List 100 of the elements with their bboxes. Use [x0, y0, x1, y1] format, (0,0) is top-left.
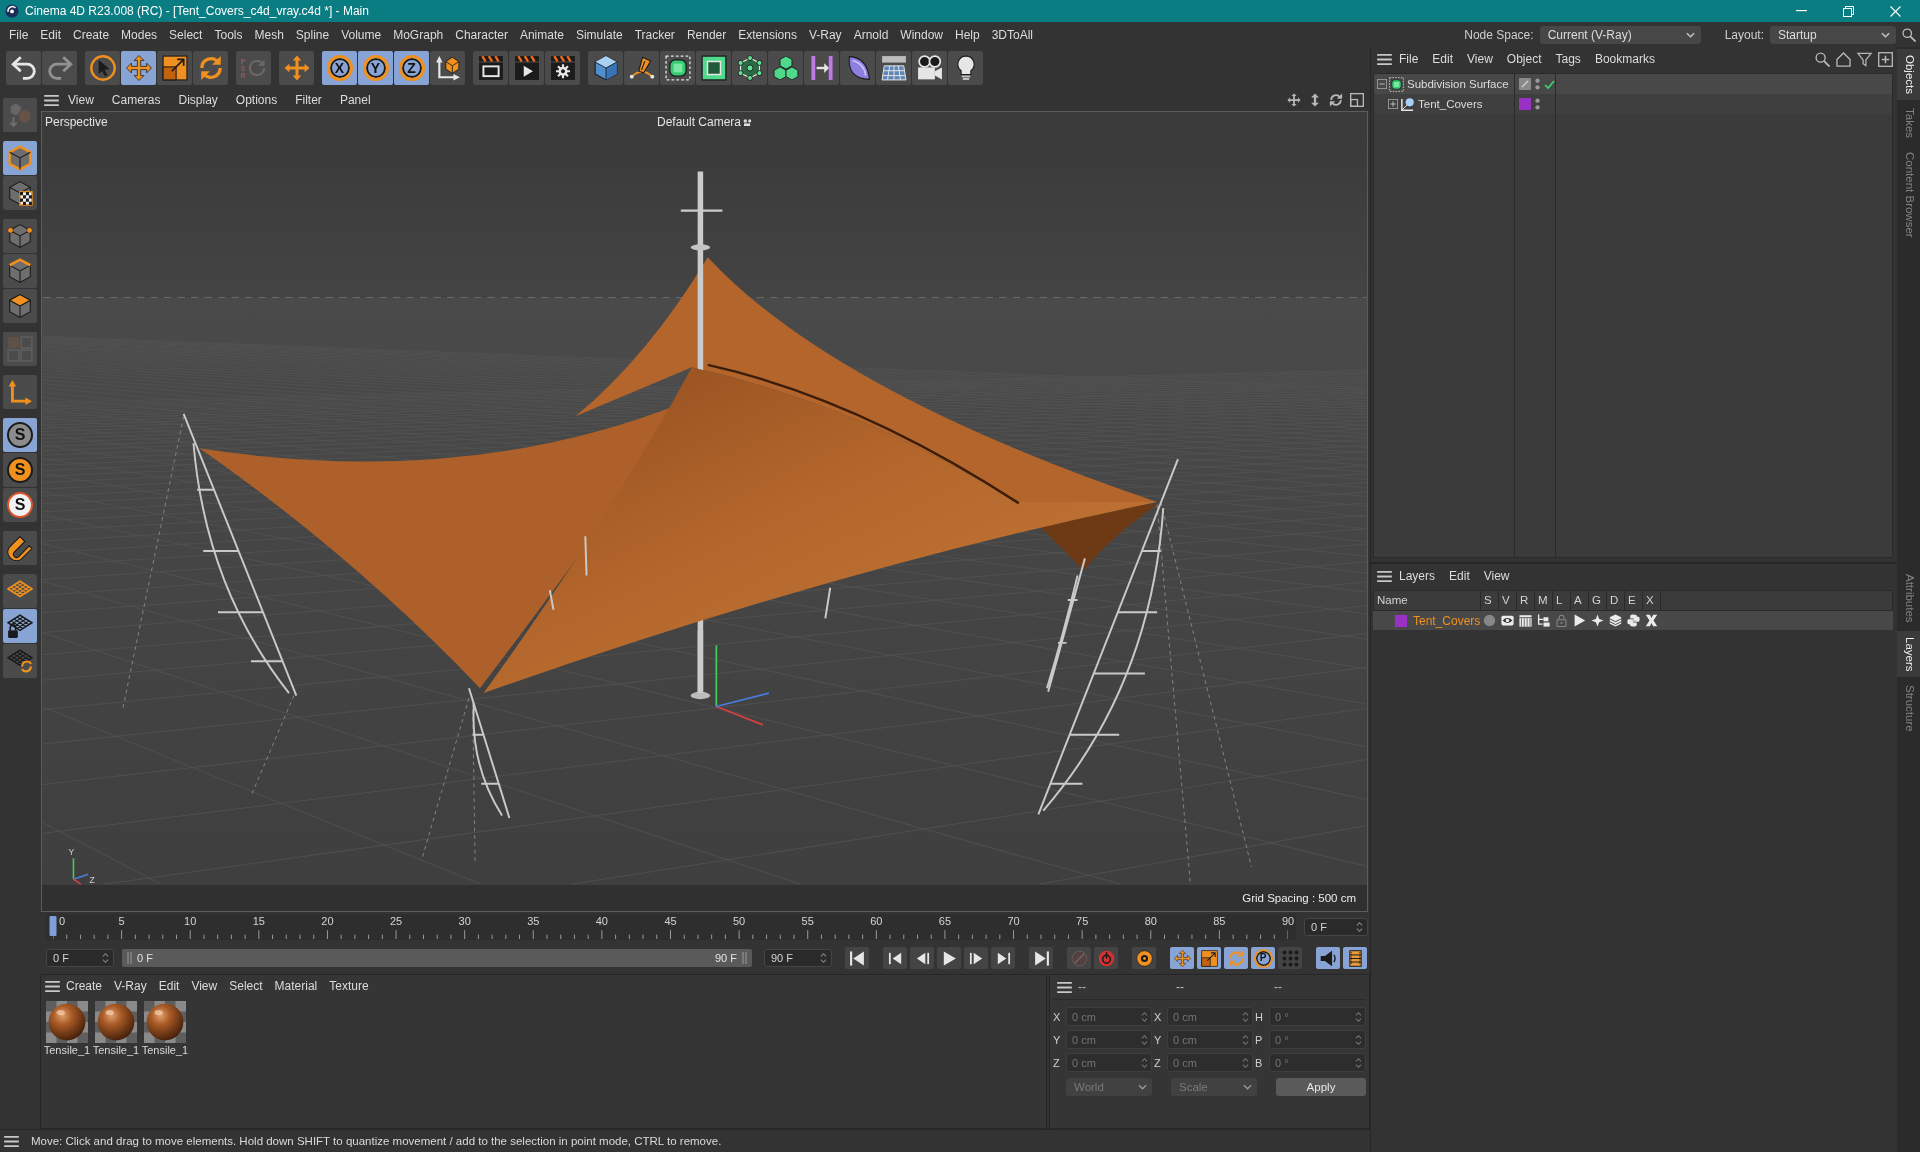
menu-icon[interactable]	[44, 94, 59, 106]
menu-item[interactable]: V-Ray	[108, 979, 153, 993]
axis-lock-button[interactable]: X	[322, 51, 357, 85]
layout-dropdown[interactable]: Startup	[1770, 25, 1896, 44]
floor-button[interactable]	[876, 51, 911, 85]
side-tab[interactable]: Content Browser	[1897, 146, 1920, 244]
column-header[interactable]: S	[1481, 591, 1499, 610]
visibility-dots-icon[interactable]	[1535, 98, 1540, 110]
column-header[interactable]: L	[1553, 591, 1571, 610]
menu-item[interactable]: Spline	[289, 27, 336, 42]
edge-button[interactable]	[3, 254, 37, 288]
cubes-button[interactable]	[768, 51, 803, 85]
twin-snake-icon[interactable]	[1626, 614, 1640, 627]
extrude-button[interactable]	[696, 51, 731, 85]
workplane-button[interactable]	[3, 574, 37, 608]
restore-icon[interactable]	[1843, 5, 1854, 17]
menu-item[interactable]: Select	[163, 27, 209, 42]
menu-item[interactable]: Arnold	[847, 27, 895, 42]
menu-icon[interactable]	[45, 980, 60, 992]
solo-dot-icon[interactable]	[1482, 614, 1496, 627]
light-button[interactable]	[948, 51, 983, 85]
clapperboard-icon[interactable]	[1518, 614, 1532, 627]
texture-button[interactable]	[3, 176, 37, 210]
column-header[interactable]: M	[1535, 591, 1553, 610]
select-button[interactable]	[85, 51, 120, 85]
grip-lines-icon[interactable]	[127, 952, 132, 964]
coordinate-system-button[interactable]	[430, 51, 465, 85]
move-button[interactable]	[121, 51, 156, 85]
camera-button[interactable]	[912, 51, 947, 85]
go-start-button[interactable]	[845, 947, 869, 969]
menu-icon[interactable]	[4, 1135, 19, 1147]
menu-item[interactable]: Texture	[323, 979, 375, 993]
column-header[interactable]: Name	[1374, 591, 1481, 610]
workplane-lock-button[interactable]	[3, 609, 37, 643]
cube-button[interactable]	[588, 51, 623, 85]
star-icon[interactable]	[1590, 614, 1604, 627]
render-view-button[interactable]	[473, 51, 508, 85]
menu-item[interactable]: Window	[894, 27, 949, 42]
menu-item[interactable]: Simulate	[569, 27, 629, 42]
viewport-canvas[interactable]: Y Z	[42, 132, 1367, 885]
next-frame-button[interactable]	[964, 947, 988, 969]
undo-button[interactable]	[6, 51, 41, 85]
menu-item[interactable]: Layers	[1392, 569, 1443, 583]
prev-frame-button[interactable]	[910, 947, 934, 969]
timeline-ruler[interactable]: 0 5 10 15 20 25 30 35 40 45 50 55 60 65 70 75 80 85 90	[46, 914, 1296, 940]
menu-item[interactable]: Create	[60, 979, 109, 993]
menu-item[interactable]: View	[1476, 569, 1517, 583]
menu-item[interactable]: Edit	[1425, 52, 1461, 66]
column-header[interactable]: R	[1517, 591, 1535, 610]
playhead-handle[interactable]	[49, 916, 57, 936]
menu-item[interactable]: Object	[1499, 52, 1549, 66]
play-button[interactable]	[937, 947, 961, 969]
checkmark-icon[interactable]	[1544, 79, 1555, 89]
node-space-dropdown[interactable]: Current (V-Ray)	[1539, 25, 1701, 44]
menu-item[interactable]: Options	[226, 93, 287, 107]
menu-item[interactable]: V-Ray	[802, 27, 848, 42]
rotate-button[interactable]	[193, 51, 228, 85]
menu-icon[interactable]	[1057, 981, 1072, 993]
axis-button[interactable]	[3, 375, 37, 409]
menu-item[interactable]: View	[1460, 52, 1500, 66]
prev-key-button[interactable]	[883, 947, 907, 969]
film-button[interactable]	[1343, 947, 1367, 969]
menu-item[interactable]: Extensions	[732, 27, 803, 42]
workplane-align-button[interactable]	[3, 644, 37, 678]
rotate-view-icon[interactable]	[1329, 93, 1343, 107]
side-tab[interactable]: Objects	[1897, 49, 1920, 100]
menu-item[interactable]: Panel	[330, 93, 380, 107]
expand-box-icon[interactable]	[1388, 99, 1398, 109]
auto-key-button[interactable]	[1094, 947, 1118, 969]
camera-name[interactable]: Default Camera	[656, 115, 741, 129]
key-position-button[interactable]	[1170, 947, 1194, 969]
material-sphere-icon[interactable]	[46, 1001, 88, 1043]
menu-item[interactable]: Filter	[286, 93, 331, 107]
side-tab[interactable]: Structure	[1897, 679, 1920, 738]
material-sphere-icon[interactable]	[144, 1001, 186, 1043]
current-frame-field[interactable]: 0 F	[1304, 918, 1368, 936]
start-frame-field[interactable]: 0 F	[46, 949, 114, 967]
object-row[interactable]: Subdivision Surface	[1374, 74, 1892, 94]
deformer-button[interactable]	[804, 51, 839, 85]
menu-item[interactable]: Edit	[1442, 569, 1477, 583]
subdivision-button[interactable]	[660, 51, 695, 85]
side-tab[interactable]: Takes	[1897, 102, 1920, 145]
menu-item[interactable]: Tracker	[628, 27, 681, 42]
menu-item[interactable]: Character	[449, 27, 514, 42]
menu-item[interactable]: Edit	[152, 979, 186, 993]
move-view-icon[interactable]	[1287, 93, 1301, 107]
x-shape-icon[interactable]	[1644, 614, 1658, 627]
menu-item[interactable]: Cameras	[102, 93, 170, 107]
layer-color-swatch[interactable]	[1519, 98, 1531, 110]
end-frame-field[interactable]: 90 F	[764, 949, 832, 967]
menu-item[interactable]: Select	[223, 979, 269, 993]
model-button[interactable]	[3, 141, 37, 175]
field-button[interactable]	[840, 51, 875, 85]
menu-item[interactable]: View	[185, 979, 224, 993]
menu-item[interactable]: MoGraph	[387, 27, 450, 42]
render-button[interactable]	[509, 51, 544, 85]
menu-item[interactable]: File	[1392, 52, 1426, 66]
close-icon[interactable]	[1890, 5, 1901, 17]
visibility-dots-icon[interactable]	[1535, 78, 1540, 90]
tweak-button[interactable]	[3, 531, 37, 565]
